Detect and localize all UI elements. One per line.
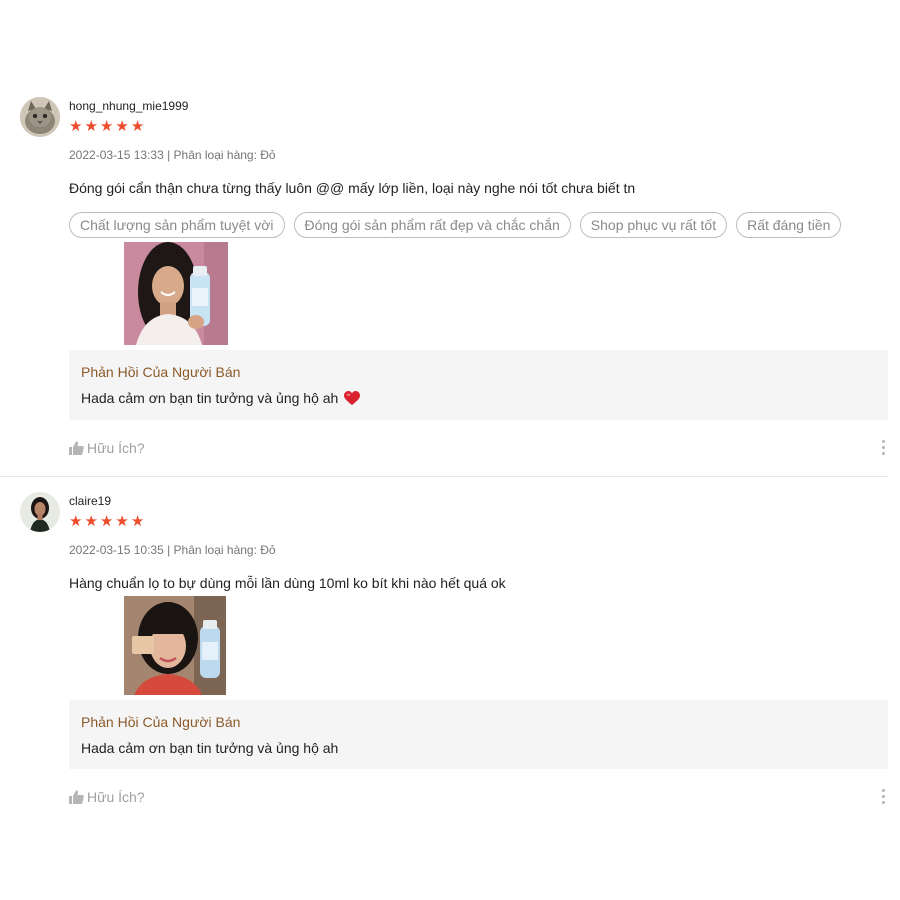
- seller-reply-title: Phản Hồi Của Người Bán: [81, 364, 241, 380]
- avatar[interactable]: [20, 492, 60, 532]
- star-rating: ★ ★ ★ ★ ★: [69, 514, 144, 529]
- review-tag: Chất lượng sản phẩm tuyệt vời: [69, 212, 285, 238]
- star-rating: ★ ★ ★ ★ ★: [69, 119, 144, 134]
- star-icon: ★: [115, 513, 129, 530]
- more-options-icon[interactable]: [882, 789, 888, 804]
- seller-reply-text-row: Hada cảm ơn bạn tin tưởng và ủng hộ ah: [81, 390, 361, 406]
- star-icon: ★: [69, 513, 83, 530]
- helpful-button[interactable]: Hữu Ích?: [69, 440, 145, 456]
- star-icon: ★: [130, 118, 145, 135]
- review-tag: Shop phục vụ rất tốt: [579, 212, 728, 238]
- more-options-icon[interactable]: [882, 440, 888, 455]
- review-comment: Đóng gói cẩn thận chưa từng thấy luôn @@…: [69, 180, 636, 196]
- review-tags: Chất lượng sản phẩm tuyệt vời Đóng gói s…: [69, 212, 842, 238]
- thumbs-up-icon: [69, 790, 84, 804]
- seller-reply-text: Hada cảm ơn bạn tin tưởng và ủng hộ ah: [81, 740, 339, 756]
- star-icon: ★: [130, 513, 145, 530]
- seller-reply-title: Phản Hồi Của Người Bán: [81, 714, 241, 730]
- star-icon: ★: [84, 513, 98, 530]
- review-comment: Hàng chuẩn lọ to bự dùng mỗi lần dùng 10…: [69, 575, 506, 591]
- photo-woman-holding-bottle: [124, 242, 228, 345]
- heart-icon: [344, 390, 361, 405]
- review-tag: Đóng gói sản phẩm rất đẹp và chắc chắn: [293, 212, 571, 238]
- helpful-label: Hữu Ích?: [87, 789, 145, 805]
- seller-reply: Phản Hồi Của Người Bán Hada cảm ơn bạn t…: [69, 350, 888, 420]
- helpful-label: Hữu Ích?: [87, 440, 145, 456]
- star-icon: ★: [99, 118, 114, 135]
- star-icon: ★: [99, 513, 114, 530]
- review-photo[interactable]: [124, 596, 226, 695]
- avatar[interactable]: [20, 97, 60, 137]
- thumbs-up-icon: [69, 441, 84, 455]
- woman-avatar-image: [20, 492, 60, 532]
- review-item: claire19 ★ ★ ★ ★ ★ 2022-03-15 10:35 | Ph…: [0, 477, 888, 877]
- helpful-button[interactable]: Hữu Ích?: [69, 789, 145, 805]
- seller-reply-text-row: Hada cảm ơn bạn tin tưởng và ủng hộ ah: [81, 740, 338, 756]
- reviewer-username[interactable]: hong_nhung_mie1999: [69, 99, 188, 113]
- star-icon: ★: [84, 118, 98, 135]
- review-tag: Rất đáng tiền: [736, 212, 842, 238]
- review-item: hong_nhung_mie1999 ★ ★ ★ ★ ★ 2022-03-15 …: [0, 0, 888, 476]
- review-photo[interactable]: [124, 242, 228, 345]
- seller-reply: Phản Hồi Của Người Bán Hada cảm ơn bạn t…: [69, 700, 888, 769]
- review-meta: 2022-03-15 10:35 | Phân loại hàng: Đỏ: [69, 543, 276, 557]
- seller-reply-text: Hada cảm ơn bạn tin tưởng và ủng hộ ah: [81, 390, 339, 406]
- cat-avatar-image: [20, 97, 60, 137]
- photo-woman-holding-bottle: [124, 596, 226, 695]
- reviewer-username[interactable]: claire19: [69, 494, 111, 508]
- star-icon: ★: [115, 118, 129, 135]
- star-icon: ★: [69, 118, 83, 135]
- review-meta: 2022-03-15 13:33 | Phân loại hàng: Đỏ: [69, 148, 276, 162]
